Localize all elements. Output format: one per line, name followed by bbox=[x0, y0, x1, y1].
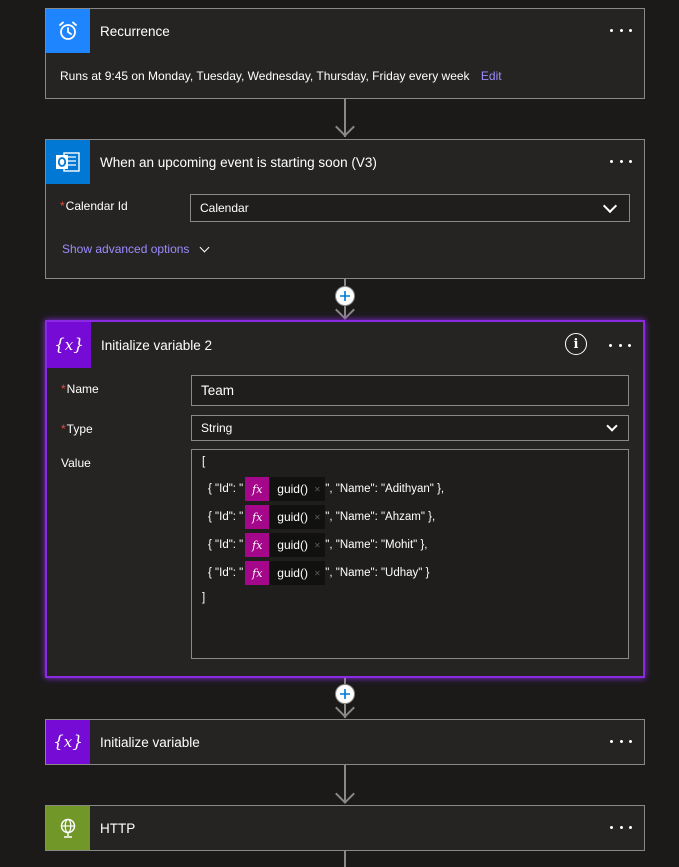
name-label: *Name bbox=[61, 382, 99, 396]
fx-icon: fx bbox=[252, 538, 263, 552]
variable-icon-box: {𝑥} bbox=[46, 720, 90, 764]
initialize-variable-header[interactable]: {𝑥} Initialize variable bbox=[46, 720, 644, 764]
alarm-clock-icon bbox=[59, 21, 77, 40]
show-advanced-options[interactable]: Show advanced options bbox=[62, 242, 210, 256]
http-title: HTTP bbox=[100, 820, 136, 836]
value-entry-prefix: { "Id": " bbox=[208, 539, 244, 551]
expression-token[interactable]: fx bbox=[245, 561, 270, 585]
type-dropdown[interactable]: String bbox=[191, 415, 629, 441]
flow-arrow bbox=[335, 784, 355, 804]
calendar-id-dropdown[interactable]: Calendar bbox=[190, 194, 630, 222]
guid-expression-text: guid() bbox=[277, 510, 308, 524]
value-entry-prefix: { "Id": " bbox=[208, 511, 244, 523]
value-close-bracket: ] bbox=[202, 592, 206, 604]
calendar-id-label: *Calendar Id bbox=[60, 199, 128, 213]
recurrence-summary: Runs at 9:45 on Monday, Tuesday, Wednesd… bbox=[60, 69, 470, 83]
remove-token-icon[interactable]: ✕ bbox=[314, 569, 321, 578]
chevron-down-icon bbox=[602, 198, 618, 214]
value-entry-prefix: { "Id": " bbox=[208, 483, 244, 495]
recurrence-title: Recurrence bbox=[100, 23, 170, 39]
outlook-icon bbox=[56, 152, 80, 172]
guid-expression-text: guid() bbox=[277, 538, 308, 552]
guid-expression-text: guid() bbox=[277, 566, 308, 580]
initialize-variable-2-title: Initialize variable 2 bbox=[101, 337, 213, 353]
remove-token-icon[interactable]: ✕ bbox=[314, 513, 321, 522]
value-entry: { "Id": " fx guid() ✕ ", "Name": "Ahzam" … bbox=[208, 505, 435, 529]
calendar-id-value: Calendar bbox=[200, 201, 249, 215]
more-options-icon[interactable] bbox=[610, 154, 632, 168]
initialize-variable-title: Initialize variable bbox=[100, 734, 200, 750]
required-marker: * bbox=[61, 382, 66, 396]
initialize-variable-2-header[interactable]: {𝑥} Initialize variable 2 i bbox=[47, 322, 643, 368]
variable-icon-box: {𝑥} bbox=[47, 322, 91, 368]
fx-icon: fx bbox=[252, 566, 263, 580]
guid-expression-chip[interactable]: guid() ✕ bbox=[269, 477, 326, 501]
guid-expression-chip[interactable]: guid() ✕ bbox=[269, 533, 326, 557]
value-editor[interactable]: [ { "Id": " fx guid() ✕ ", "Name": "Adith… bbox=[191, 449, 629, 659]
variable-icon: {𝑥} bbox=[53, 335, 85, 355]
type-label-text: Type bbox=[66, 422, 93, 436]
value-entry-prefix: { "Id": " bbox=[208, 567, 244, 579]
http-card[interactable]: HTTP bbox=[45, 805, 645, 851]
value-entry: { "Id": " fx guid() ✕ ", "Name": "Udhay" … bbox=[208, 561, 429, 585]
add-step-button[interactable] bbox=[335, 684, 355, 704]
plus-icon bbox=[340, 689, 350, 699]
type-value: String bbox=[201, 421, 233, 435]
guid-expression-chip[interactable]: guid() ✕ bbox=[269, 505, 326, 529]
value-label: Value bbox=[61, 456, 91, 470]
chevron-down-icon bbox=[606, 420, 618, 432]
http-header[interactable]: HTTP bbox=[46, 806, 644, 850]
calendar-event-card[interactable]: When an upcoming event is starting soon … bbox=[45, 139, 645, 279]
calendar-event-title: When an upcoming event is starting soon … bbox=[100, 154, 377, 170]
initialize-variable-2-card[interactable]: {𝑥} Initialize variable 2 i *Name Team *… bbox=[45, 320, 645, 678]
value-entry: { "Id": " fx guid() ✕ ", "Name": "Mohit" … bbox=[208, 533, 428, 557]
guid-expression-text: guid() bbox=[277, 482, 308, 496]
expression-token[interactable]: fx bbox=[245, 477, 270, 501]
more-options-icon[interactable] bbox=[610, 734, 632, 748]
recurrence-header[interactable]: Recurrence bbox=[46, 9, 644, 53]
more-options-icon[interactable] bbox=[610, 820, 632, 834]
name-value: Team bbox=[201, 383, 235, 398]
value-open-bracket: [ bbox=[202, 456, 206, 468]
recurrence-card[interactable]: Recurrence Runs at 9:45 on Monday, Tuesd… bbox=[45, 8, 645, 99]
expression-token[interactable]: fx bbox=[245, 505, 270, 529]
globe-icon bbox=[60, 818, 76, 838]
value-entry-suffix: ", "Name": "Adithyan" }, bbox=[325, 483, 445, 495]
fx-icon: fx bbox=[252, 510, 263, 524]
fx-icon: fx bbox=[252, 482, 263, 496]
more-options-icon[interactable] bbox=[609, 338, 631, 352]
guid-expression-chip[interactable]: guid() ✕ bbox=[269, 561, 326, 585]
http-icon-box bbox=[46, 806, 90, 850]
initialize-variable-card[interactable]: {𝑥} Initialize variable bbox=[45, 719, 645, 765]
calendar-id-label-text: Calendar Id bbox=[65, 199, 128, 213]
show-advanced-options-label: Show advanced options bbox=[62, 242, 190, 256]
remove-token-icon[interactable]: ✕ bbox=[314, 485, 321, 494]
value-entry-suffix: ", "Name": "Udhay" } bbox=[325, 567, 430, 579]
chevron-down-icon bbox=[199, 242, 210, 252]
calendar-event-header[interactable]: When an upcoming event is starting soon … bbox=[46, 140, 644, 184]
remove-token-icon[interactable]: ✕ bbox=[314, 541, 321, 550]
value-entry-suffix: ", "Name": "Ahzam" }, bbox=[325, 511, 436, 523]
value-entry-suffix: ", "Name": "Mohit" }, bbox=[325, 539, 428, 551]
flow-connector bbox=[344, 851, 346, 867]
type-label: *Type bbox=[61, 422, 93, 436]
plus-icon bbox=[340, 291, 350, 301]
required-marker: * bbox=[60, 199, 65, 213]
variable-icon: {𝑥} bbox=[52, 732, 84, 752]
flow-arrow bbox=[335, 117, 355, 137]
recurrence-edit-link[interactable]: Edit bbox=[481, 69, 502, 83]
value-entry: { "Id": " fx guid() ✕ ", "Name": "Adithya… bbox=[208, 477, 444, 501]
more-options-icon[interactable] bbox=[610, 23, 632, 37]
required-marker: * bbox=[61, 422, 66, 436]
name-label-text: Name bbox=[66, 382, 99, 396]
name-input[interactable]: Team bbox=[191, 375, 629, 406]
add-step-button[interactable] bbox=[335, 286, 355, 306]
expression-token[interactable]: fx bbox=[245, 533, 270, 557]
outlook-icon-box bbox=[46, 140, 90, 184]
recurrence-icon-box bbox=[46, 9, 90, 53]
info-icon[interactable]: i bbox=[565, 333, 587, 355]
